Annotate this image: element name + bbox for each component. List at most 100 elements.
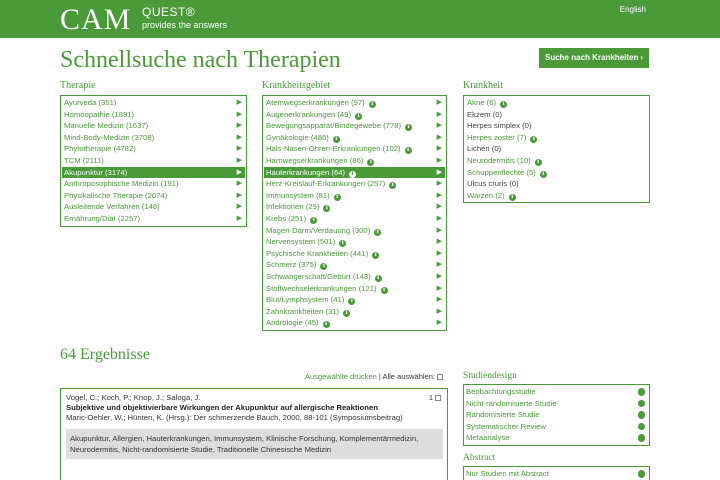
disease-area-item[interactable]: Hals-Nasen-Ohren-Erkrankungen (102) i ▶ <box>264 143 445 155</box>
filter-toggle-dot-icon[interactable] <box>637 388 645 396</box>
info-icon[interactable]: i <box>343 309 351 317</box>
search-diseases-button[interactable]: Suche nach Krankheiten › <box>539 48 649 68</box>
info-icon[interactable]: i <box>349 170 357 178</box>
disease-item[interactable]: Akne (6) i <box>465 97 648 109</box>
result-source: Maric-Oehler, W.; Hünten, K. (Hrsg.): De… <box>66 413 403 422</box>
therapy-item[interactable]: Ausleitende Verfahren (148) ▶ <box>62 201 245 213</box>
disease-area-item[interactable]: Stoffwechselerkrankungen (121) i ▶ <box>264 283 445 295</box>
disease-area-item[interactable]: Hauterkrankungen (64) i ▶ <box>264 166 445 179</box>
disease-area-item[interactable]: Krebs (251) i ▶ <box>264 213 445 225</box>
therapy-item[interactable]: Phytotherapie (4782) ▶ <box>62 143 245 155</box>
therapy-item[interactable]: Ayurveda (351) ▶ <box>62 97 245 109</box>
study-design-option[interactable]: Randomisierte Studie <box>466 409 647 421</box>
therapy-item[interactable]: Physikalische Therapie (2074) ▶ <box>62 190 245 202</box>
study-design-option[interactable]: Beobachtungsstudie <box>466 386 647 398</box>
info-icon[interactable]: i <box>367 158 375 166</box>
info-icon[interactable]: i <box>332 135 340 143</box>
therapy-item[interactable]: Manuelle Medizin (1637) ▶ <box>62 120 245 132</box>
disease-item-label: Schuppenflechte (5) <box>467 167 536 177</box>
study-design-option[interactable]: Nicht-randomisierte Studie <box>466 398 647 410</box>
print-selected-link[interactable]: Ausgewählte drucken <box>305 372 377 381</box>
info-icon[interactable]: i <box>500 101 508 108</box>
disease-area-item[interactable]: Nervensystem (501) i ▶ <box>264 236 445 248</box>
logo-quest-text: QUEST® <box>142 5 196 19</box>
info-icon[interactable]: i <box>539 170 547 178</box>
info-icon[interactable]: i <box>320 263 328 271</box>
arrow-right-icon: ▶ <box>436 238 442 246</box>
disease-item[interactable]: Neurodermitis (10) i <box>465 155 648 167</box>
info-icon[interactable]: i <box>374 228 382 236</box>
disease-area-item[interactable]: Gynäkologie (486) i ▶ <box>264 132 445 144</box>
info-icon[interactable]: i <box>372 251 380 259</box>
disease-item[interactable]: Ekzem (0) <box>465 109 648 121</box>
disease-item[interactable]: Ulcus cruris (0) <box>465 178 648 190</box>
disease-area-item[interactable]: Augenerkrankungen (49) i ▶ <box>264 109 445 121</box>
filter-toggle-dot-icon[interactable] <box>637 470 645 478</box>
info-icon[interactable]: i <box>508 193 516 201</box>
disease-area-item[interactable]: Magen-Darm/Verdauung (300) i ▶ <box>264 225 445 237</box>
filter-toggle-dot-icon[interactable] <box>637 411 645 419</box>
filter-toggle-dot-icon[interactable] <box>637 399 645 408</box>
disease-area-item-label: Augenerkrankungen (49) <box>266 109 352 119</box>
arrow-right-icon: ▶ <box>436 319 442 327</box>
info-icon[interactable]: i <box>405 124 413 132</box>
disease-item-label: Lichen (0) <box>467 144 502 154</box>
info-icon[interactable]: i <box>348 298 356 306</box>
language-link[interactable]: English <box>620 5 646 14</box>
info-icon[interactable]: i <box>404 147 412 155</box>
disease-area-item-label: Gynäkologie (486) <box>266 132 329 142</box>
info-icon[interactable]: i <box>530 135 538 143</box>
filter-toggle-dot-icon[interactable] <box>637 422 645 431</box>
disease-item[interactable]: Lichen (0) <box>465 143 648 155</box>
disease-area-item[interactable]: Bewegungsapparat/Bindegewebe (778) i ▶ <box>264 120 445 132</box>
therapy-item[interactable]: TCM (2111) ▶ <box>62 155 245 167</box>
select-all-checkbox[interactable] <box>437 374 443 380</box>
abstract-option[interactable]: Nur Studien mit Abstract <box>466 468 647 480</box>
therapy-item[interactable]: Homöopathie (1891) ▶ <box>62 109 245 121</box>
info-icon[interactable]: i <box>534 158 542 166</box>
result-keywords: Akupunktur, Allergien, Hauterkrankungen,… <box>66 429 443 459</box>
disease-area-item[interactable]: Immunsystem (81) i ▶ <box>264 190 445 202</box>
study-design-option[interactable]: Metaanalyse <box>466 432 647 444</box>
study-design-option[interactable]: Systematischer Review <box>466 421 647 433</box>
disease-area-item[interactable]: Psychische Krankheiten (441) i ▶ <box>264 248 445 260</box>
info-icon[interactable]: i <box>323 205 331 213</box>
disease-area-item-label: Schmerz (375) <box>266 260 317 270</box>
info-icon[interactable]: i <box>310 216 318 224</box>
abstract-filter: Nur Studien mit Abstract <box>463 466 650 480</box>
info-icon[interactable]: i <box>374 274 382 282</box>
info-icon[interactable]: i <box>322 321 330 329</box>
therapy-item-label: Mind-Body-Medizin (3708) <box>64 132 155 142</box>
info-icon[interactable]: i <box>389 182 397 190</box>
arrow-right-icon: ▶ <box>436 145 442 153</box>
disease-area-item[interactable]: Andrologie (45) i ▶ <box>264 317 445 329</box>
info-icon[interactable]: i <box>380 286 388 294</box>
disease-area-item[interactable]: Schwangerschaft/Geburt (143) i ▶ <box>264 271 445 283</box>
disease-area-item[interactable]: Blut/Lymphsystem (41) i ▶ <box>264 294 445 306</box>
disease-area-item-label: Atemwegserkrankungen (97) <box>266 98 365 107</box>
arrow-right-icon: ▶ <box>236 180 242 188</box>
disease-item-label: Neurodermitis (10) <box>467 155 531 165</box>
disease-item[interactable]: Herpes simplex (0) <box>465 120 648 132</box>
info-icon[interactable]: i <box>355 112 363 120</box>
disease-area-item[interactable]: Infektionen (29) i ▶ <box>264 201 445 213</box>
disease-item[interactable]: Warzen (2) i <box>465 190 648 202</box>
result-title[interactable]: Subjektive und objektivierbare Wirkungen… <box>66 403 442 413</box>
disease-area-item-label: Schwangerschaft/Geburt (143) <box>266 271 371 281</box>
therapy-item[interactable]: Mind-Body-Medizin (3708) ▶ <box>62 132 245 144</box>
info-icon[interactable]: i <box>333 193 341 201</box>
disease-area-item[interactable]: Atemwegserkrankungen (97) i ▶ <box>264 97 445 109</box>
disease-item[interactable]: Herpes zoster (7) i <box>465 132 648 144</box>
disease-area-item[interactable]: Harnwegserkrankungen (86) i ▶ <box>264 155 445 167</box>
disease-item[interactable]: Schuppenflechte (5) i <box>465 167 648 179</box>
info-icon[interactable]: i <box>368 101 376 108</box>
disease-area-item[interactable]: Herz-Kreislauf-Erkrankungen (257) i ▶ <box>264 178 445 190</box>
info-icon[interactable]: i <box>339 240 347 248</box>
result-select-checkbox[interactable] <box>435 395 441 401</box>
disease-area-item[interactable]: Schmerz (375) i ▶ <box>264 259 445 271</box>
therapy-item[interactable]: Akupunktur (3174) ▶ <box>62 166 245 179</box>
disease-area-item[interactable]: Zahnkrankheiten (31) i ▶ <box>264 306 445 318</box>
therapy-item[interactable]: Ernährung/Diät (2257) ▶ <box>62 213 245 225</box>
filter-toggle-dot-icon[interactable] <box>637 434 645 442</box>
therapy-item[interactable]: Anthroposophische Medizin (191) ▶ <box>62 178 245 190</box>
